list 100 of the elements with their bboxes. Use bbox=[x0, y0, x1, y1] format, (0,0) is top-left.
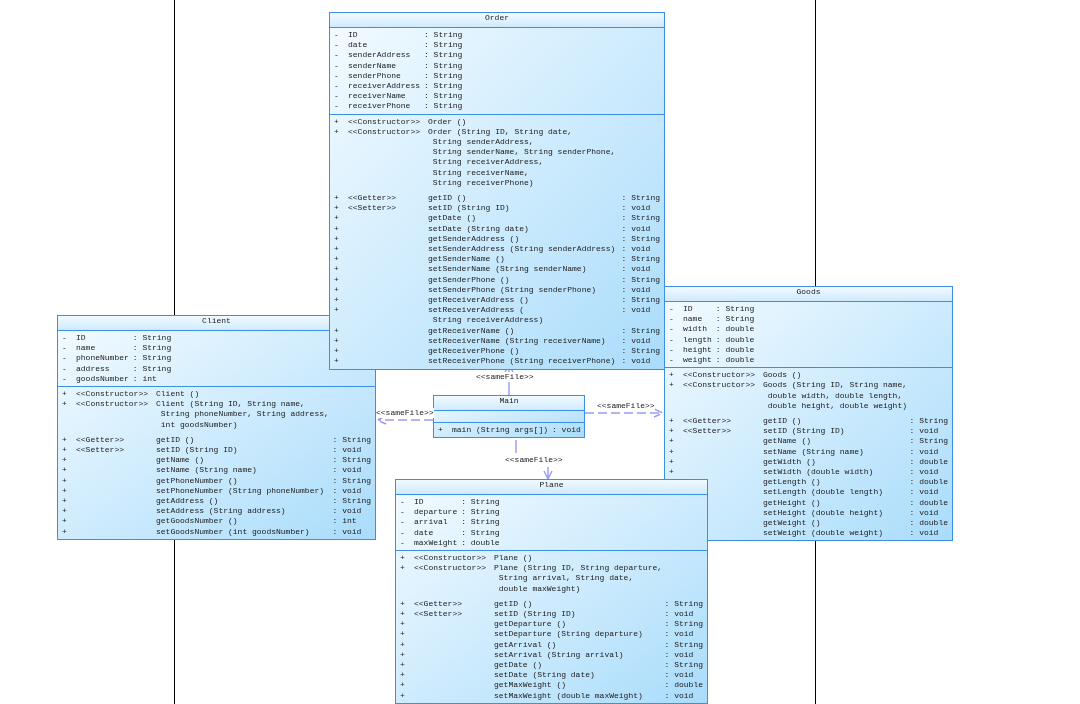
operation-signature: setPhoneNumber (String phoneNumber) bbox=[156, 485, 325, 497]
operation-signature: setReceiverName (String receiverName) bbox=[428, 335, 606, 347]
operation-signature: setID (String ID) bbox=[763, 426, 845, 437]
visibility-marker: + bbox=[334, 264, 339, 275]
visibility-marker: + bbox=[669, 416, 674, 427]
attribute-type: : String bbox=[715, 314, 755, 325]
attribute-type: : String bbox=[424, 40, 463, 51]
stereotype-label: <<Constructor>> bbox=[414, 553, 486, 564]
return-type: : void bbox=[909, 446, 939, 457]
visibility-marker: - bbox=[400, 527, 405, 538]
operation-signature: String receiverAddress) bbox=[431, 315, 544, 326]
return-type: : String bbox=[621, 193, 660, 204]
visibility-marker: - bbox=[669, 355, 674, 366]
return-type: : String bbox=[621, 233, 660, 245]
return-type: : double bbox=[909, 456, 948, 468]
visibility-marker: - bbox=[669, 314, 674, 325]
return-type: : String bbox=[664, 619, 703, 630]
stereotype-label: <<Constructor>> bbox=[683, 380, 755, 391]
attribute-name: weight bbox=[683, 355, 712, 366]
return-type: : void bbox=[664, 649, 694, 661]
operation-signature: setDate (String date) bbox=[428, 223, 529, 234]
visibility-marker: + bbox=[669, 380, 674, 391]
operation-signature: getName () bbox=[156, 455, 204, 466]
visibility-marker: + bbox=[62, 445, 67, 456]
operation-signature: double maxWeight) bbox=[497, 583, 581, 594]
operation-signature: String phoneNumber, String address, bbox=[159, 409, 329, 420]
operation-signature: main (String args[]) bbox=[452, 425, 548, 436]
operation-signature: setDeparture (String departure) bbox=[494, 629, 643, 640]
attribute-type: : double bbox=[715, 334, 755, 345]
attribute-type: : double bbox=[715, 324, 755, 335]
return-type: : void bbox=[664, 609, 694, 620]
visibility-marker: + bbox=[334, 126, 339, 138]
stereotype-label: <<Constructor>> bbox=[348, 126, 420, 138]
operation-signature: getID () bbox=[494, 598, 533, 610]
attribute-type: : double bbox=[461, 537, 500, 548]
operation-signature: Plane (String ID, String departure, bbox=[494, 563, 663, 574]
visibility-marker: - bbox=[669, 304, 674, 315]
attribute-type: : String bbox=[461, 497, 500, 508]
relation-label: <<sameFile>> bbox=[476, 372, 534, 383]
operation-signature: getArrival () bbox=[494, 639, 557, 650]
attribute-type: : String bbox=[132, 353, 172, 364]
operation-signature: setArrival (String arrival) bbox=[494, 649, 624, 661]
attribute-type: : String bbox=[424, 60, 463, 71]
operation-signature: Client () bbox=[156, 389, 200, 400]
visibility-marker: - bbox=[334, 50, 339, 61]
visibility-marker: + bbox=[669, 436, 674, 447]
visibility-marker: + bbox=[62, 526, 67, 537]
return-type: : void bbox=[332, 465, 362, 476]
visibility-marker: + bbox=[62, 485, 67, 497]
return-type: : void bbox=[909, 467, 939, 478]
stereotype-label: <<Getter>> bbox=[76, 434, 124, 446]
visibility-marker: - bbox=[334, 60, 339, 71]
operation-signature: getSenderAddress () bbox=[428, 233, 520, 245]
operation-signature: setName (String name) bbox=[156, 465, 257, 476]
return-type: : void bbox=[909, 528, 939, 539]
operation-signature: setLength (double length) bbox=[763, 487, 884, 498]
visibility-marker: + bbox=[400, 619, 405, 630]
attribute-type: : String bbox=[424, 50, 463, 61]
return-type: : void bbox=[552, 425, 581, 436]
operation-signature: getSenderPhone () bbox=[428, 274, 510, 285]
visibility-marker: + bbox=[400, 563, 405, 574]
visibility-marker: - bbox=[62, 333, 67, 344]
attribute-name: ID bbox=[76, 333, 86, 344]
return-type: : void bbox=[621, 264, 651, 275]
attribute-name: senderName bbox=[348, 60, 396, 71]
return-type: : void bbox=[621, 335, 651, 347]
stereotype-label: <<Setter>> bbox=[76, 445, 124, 456]
attribute-type: : String bbox=[132, 343, 172, 354]
return-type: : void bbox=[664, 629, 694, 640]
attribute-name: phoneNumber bbox=[76, 353, 129, 364]
attribute-type: : String bbox=[461, 517, 500, 528]
return-type: : String bbox=[332, 496, 371, 507]
operation-signature: getID () bbox=[763, 416, 802, 427]
operation-signature: Order () bbox=[428, 116, 467, 127]
return-type: : double bbox=[909, 518, 948, 529]
visibility-marker: + bbox=[400, 670, 405, 681]
return-type: : void bbox=[909, 426, 939, 437]
return-type: : String bbox=[621, 213, 660, 224]
return-type: : String bbox=[621, 346, 660, 357]
visibility-marker: + bbox=[334, 295, 339, 306]
visibility-marker: - bbox=[334, 81, 339, 92]
visibility-marker: + bbox=[400, 690, 405, 701]
return-type: : void bbox=[909, 487, 939, 498]
attribute-name: arrival bbox=[414, 517, 448, 528]
operation-signature: getName () bbox=[763, 436, 811, 447]
operation-signature: getMaxWeight () bbox=[494, 680, 566, 691]
operation-signature: setReceiverAddress ( bbox=[428, 305, 524, 316]
operation-signature: getDeparture () bbox=[494, 619, 566, 630]
operation-signature: setID (String ID) bbox=[428, 203, 510, 214]
return-type: : int bbox=[332, 516, 357, 527]
operation-signature: setID (String ID) bbox=[156, 445, 238, 456]
visibility-marker: + bbox=[62, 475, 67, 486]
attribute-type: : String bbox=[132, 363, 172, 374]
operation-signature: getWeight () bbox=[763, 518, 821, 529]
operation-signature: double height, double weight) bbox=[766, 400, 908, 412]
return-type: : void bbox=[621, 284, 651, 296]
attribute-name: height bbox=[683, 344, 712, 355]
stereotype-label: <<Setter>> bbox=[414, 609, 462, 620]
operation-signature: getDate () bbox=[428, 213, 476, 224]
operation-signature: String receiverAddress, bbox=[431, 157, 544, 168]
